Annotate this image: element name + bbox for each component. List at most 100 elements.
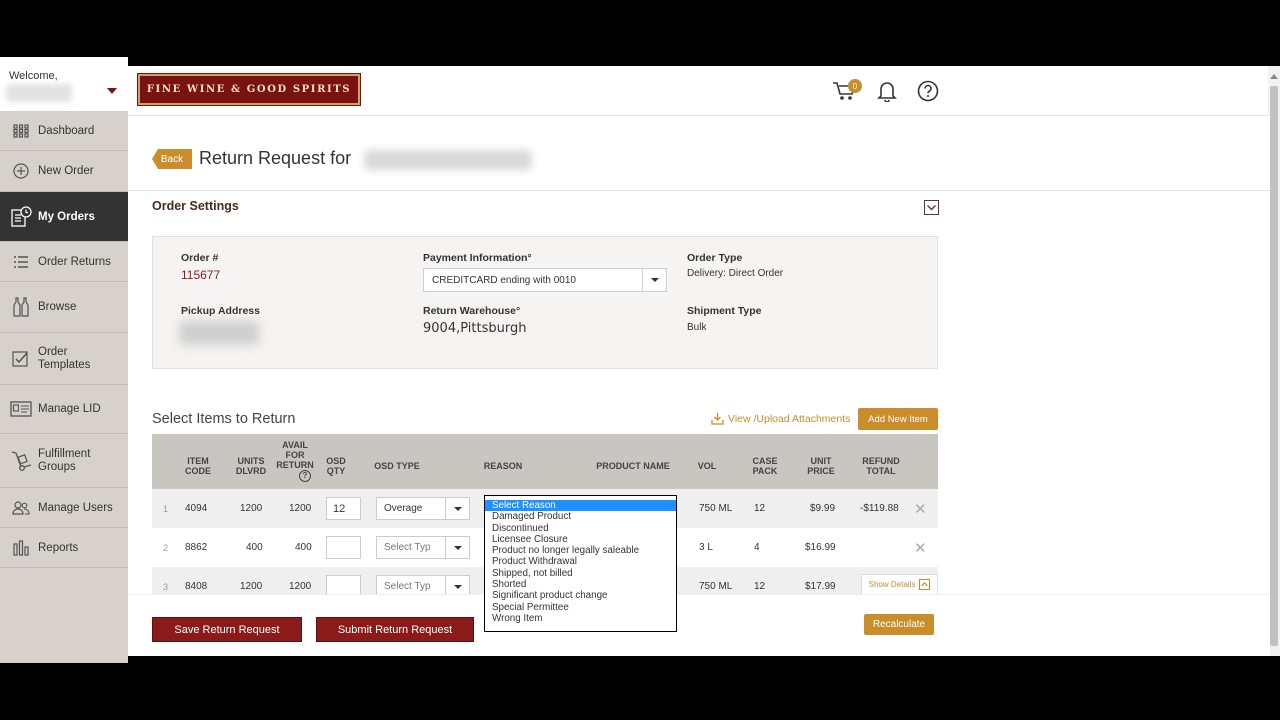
reason-option[interactable]: Product no longer legally saleable [485,545,676,556]
reason-option[interactable]: Shorted [485,579,676,590]
page-title: Return Request for [199,148,352,168]
sidebar-item-manage-users[interactable]: Manage Users [0,488,128,528]
show-details-button[interactable]: Show Details [861,574,938,595]
show-details-label: Show Details [868,580,916,589]
reason-option[interactable]: Discontinued [485,523,676,534]
volume: 3 L [699,542,713,553]
scrollbar-thumb[interactable] [1270,86,1278,646]
units-delivered: 1200 [240,503,263,514]
shipment-type-value: Bulk [687,322,707,333]
bell-icon[interactable] [877,80,897,107]
osd-type-select[interactable]: Select Typ [376,536,470,559]
sidebar-item-label: Fulfillment Groups [38,447,91,473]
row-number: 2 [163,542,169,553]
sidebar-item-label: Browse [38,301,77,313]
reason-option[interactable]: Wrong Item [485,613,676,624]
licensee-name-redacted [364,150,532,170]
bottles-icon [10,296,32,318]
welcome-menu[interactable]: Welcome, [0,57,128,111]
sidebar-item-fulfillment-groups[interactable]: Fulfillment Groups [0,434,128,488]
sidebar-item-dashboard[interactable]: Dashboard [0,111,128,151]
order-settings-title: Order Settings [152,199,239,213]
col-reason: REASON [483,461,523,471]
reason-option[interactable]: Select Reason [485,500,676,512]
osd-type-value: Overage [384,503,423,514]
reason-option[interactable]: Shipped, not billed [485,568,676,579]
help-icon[interactable] [917,80,939,107]
sidebar-item-manage-lid[interactable]: Manage LID [0,385,128,434]
id-card-icon [10,401,32,417]
sidebar-item-reports[interactable]: Reports [0,528,128,568]
sidebar-item-my-orders[interactable]: My Orders [0,192,128,242]
reason-dropdown-list[interactable]: Select Reason Damaged Product Discontinu… [484,495,677,632]
payment-label: Payment Information° [423,252,532,264]
case-pack: 12 [754,503,766,514]
collapse-chevron-icon[interactable] [924,200,939,215]
chevron-down-icon [642,269,666,291]
reason-option[interactable]: Special Permittee [485,602,676,613]
recalculate-button[interactable]: Recalculate [864,614,934,635]
reason-option[interactable]: Damaged Product [485,511,676,522]
brand-logo[interactable]: FINE WINE & GOOD SPIRITS [137,73,361,106]
osd-qty-input[interactable] [326,536,361,559]
chevron-up-icon [919,579,931,590]
back-button[interactable]: Back [152,149,192,169]
list-icon [10,255,32,268]
col-osd-type: OSD TYPE [374,461,420,471]
orders-clock-icon [10,205,32,228]
add-new-item-button[interactable]: Add New Item [858,408,938,430]
sidebar-item-order-returns[interactable]: Order Returns [0,242,128,282]
col-case-pack: CASE PACK [752,456,778,476]
sidebar-item-browse[interactable]: Browse [0,282,128,333]
sidebar-item-label: Dashboard [38,124,95,137]
avail-for-return: 1200 [289,503,312,514]
sidebar-item-label: New Order [38,165,94,177]
users-icon [10,500,32,515]
main-content: Back Return Request for Order Settings O… [128,116,1270,656]
order-type-label: Order Type [687,252,743,264]
osd-qty-input[interactable]: 12 [326,497,361,520]
refund-total: -$119.88 [860,503,899,514]
reason-option[interactable]: Licensee Closure [485,534,676,545]
avail-for-return: 400 [295,542,312,553]
col-osd-qty: OSD QTY [326,456,346,476]
return-warehouse-value: 9004,Pittsburgh [423,321,527,336]
cart-count-badge: 0 [848,79,862,93]
sidebar-item-new-order[interactable]: New Order [0,151,128,192]
submit-return-request-button[interactable]: Submit Return Request [316,617,474,642]
osd-type-value: Select Typ [384,581,431,592]
chevron-down-icon[interactable] [107,88,117,94]
volume: 750 ML [699,503,733,514]
osd-type-select[interactable]: Overage [376,497,470,520]
welcome-label: Welcome, [9,70,58,82]
sidebar-item-label: Order Templates [38,345,91,371]
save-return-request-button[interactable]: Save Return Request [152,617,302,642]
col-vol: VOL [697,461,717,471]
view-upload-attachments-link[interactable]: View /Upload Attachments [711,412,850,425]
col-avail-for-return: AVAIL FOR RETURN [276,440,314,470]
payment-value: CREDITCARD ending with 0010 [432,274,576,286]
sidebar-item-order-templates[interactable]: Order Templates [0,333,128,385]
help-circle-icon[interactable]: ? [299,470,311,482]
remove-row-icon[interactable]: ✕ [914,528,927,567]
chevron-down-icon [445,537,469,558]
reason-option[interactable]: Significant product change [485,590,676,601]
unit-price: $16.99 [805,542,836,553]
sidebar-item-label: Manage Users [38,501,113,514]
return-warehouse-label: Return Warehouse° [423,305,521,317]
logo-text: FINE WINE & GOOD SPIRITS [146,84,352,95]
scroll-up-icon[interactable] [1270,74,1278,79]
hand-truck-icon [10,450,32,472]
checklist-icon [10,350,32,368]
remove-row-icon[interactable]: ✕ [914,489,927,528]
order-number-label: Order # [181,252,219,264]
payment-select[interactable]: CREDITCARD ending with 0010 [423,268,667,292]
reason-option[interactable]: Product Withdrawal [485,556,676,567]
col-product-name: PRODUCT NAME [596,461,670,471]
screen: Welcome, Dashboard New Order My Orders O… [0,0,1280,720]
chevron-down-icon [445,498,469,519]
osd-type-value: Select Typ [384,542,431,553]
top-bar: FINE WINE & GOOD SPIRITS 0 [128,66,1270,116]
pickup-address-redacted [179,321,259,345]
sidebar: Welcome, Dashboard New Order My Orders O… [0,57,128,663]
